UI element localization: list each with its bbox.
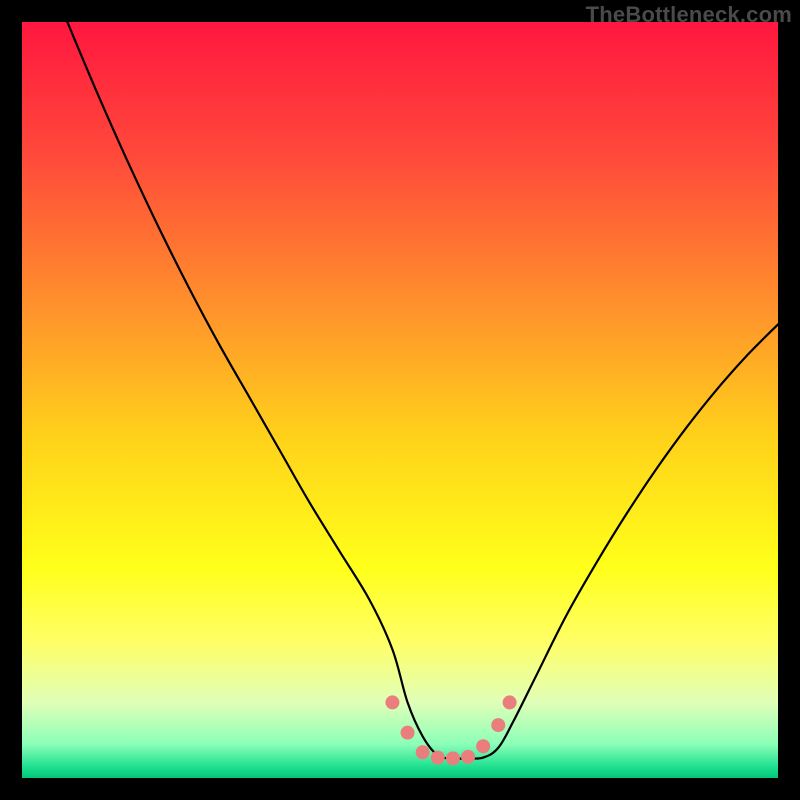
trough-marker: [461, 750, 475, 764]
chart-svg: [22, 22, 778, 778]
plot-background: [22, 22, 778, 778]
trough-marker: [491, 718, 505, 732]
trough-marker: [385, 695, 399, 709]
trough-marker: [503, 695, 517, 709]
trough-marker: [446, 751, 460, 765]
trough-marker: [476, 739, 490, 753]
trough-marker: [431, 751, 445, 765]
plot-container: [22, 22, 778, 778]
trough-marker: [416, 745, 430, 759]
trough-marker: [401, 726, 415, 740]
outer-frame: TheBottleneck.com: [0, 0, 800, 800]
watermark-text: TheBottleneck.com: [586, 2, 792, 28]
